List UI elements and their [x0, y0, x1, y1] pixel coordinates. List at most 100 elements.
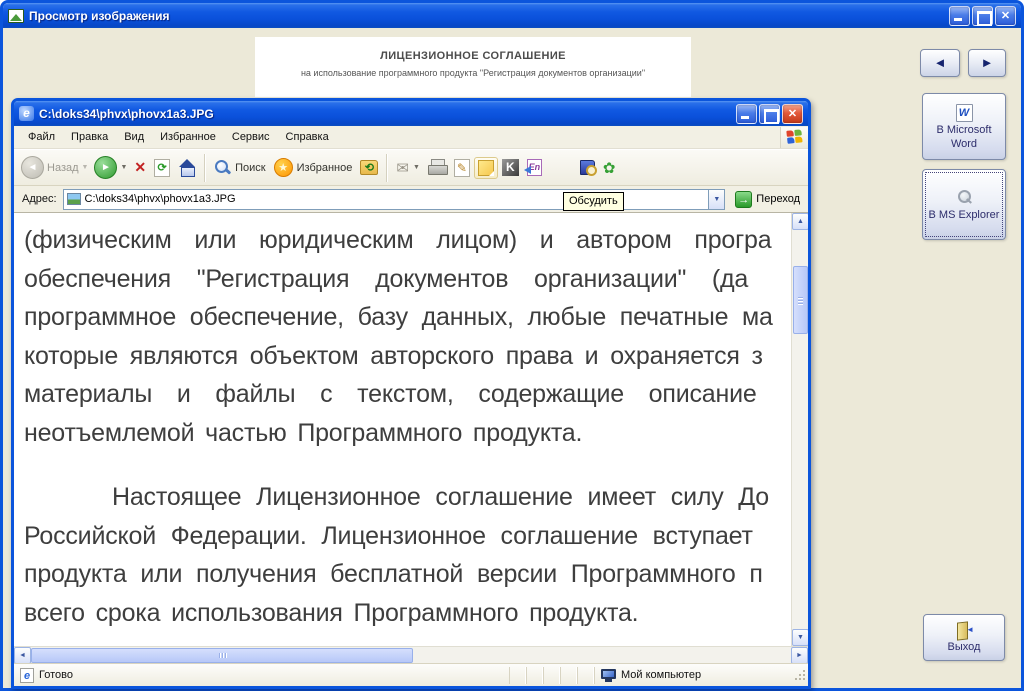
maximize-button[interactable]	[972, 5, 993, 26]
discuss-tooltip: Обсудить	[563, 192, 624, 211]
document-line: программное обеспечение, базу данных, лю…	[24, 303, 773, 331]
go-button[interactable]: → Переход	[731, 190, 804, 209]
windows-logo-throbber	[780, 126, 808, 148]
resize-grip[interactable]	[794, 669, 806, 681]
ie-minimize-button[interactable]	[736, 103, 757, 124]
scroll-down-button[interactable]: ▼	[792, 629, 808, 646]
horizontal-scrollbar[interactable]: ◄ ►	[14, 646, 808, 664]
ie-content-area: (физическим или юридическим лицом) и авт…	[14, 213, 808, 646]
horizontal-scroll-thumb[interactable]	[31, 648, 413, 663]
document-line: которые являются объектом авторского пра…	[24, 341, 763, 370]
ie-addressbar: Адрес: C:\doks34\phvx\phovx1a3.JPG ▼ → П…	[14, 186, 808, 213]
ie-toolbar: ◄ Назад ▼ ► ▼ ✕ ⟳ Поиск ★ Избранное ⟲ ✉ …	[14, 149, 808, 186]
scroll-right-button[interactable]: ►	[791, 647, 808, 664]
favorites-star-icon: ★	[273, 158, 293, 177]
close-button[interactable]: ✕	[995, 5, 1016, 26]
translate-button[interactable]: En	[523, 156, 546, 179]
scroll-up-button[interactable]: ▲	[792, 213, 808, 230]
document-line: обеспечения "Регистрация документов орга…	[24, 264, 749, 293]
back-dropdown-icon[interactable]: ▼	[82, 164, 89, 171]
minimize-button[interactable]	[949, 5, 970, 26]
menu-favorites[interactable]: Избранное	[152, 128, 224, 146]
forward-icon: ►	[94, 156, 118, 179]
search-button[interactable]: Поиск	[210, 156, 269, 179]
menu-help[interactable]: Справка	[278, 128, 337, 146]
vertical-scroll-thumb[interactable]	[793, 266, 808, 334]
ie-maximize-button[interactable]	[759, 103, 780, 124]
favorites-label: Избранное	[296, 161, 353, 174]
home-button[interactable]	[174, 157, 200, 179]
background-document: ЛИЦЕНЗИОННОЕ СОГЛАШЕНИЕ на использование…	[255, 37, 691, 97]
next-page-button[interactable]: ►	[968, 49, 1006, 77]
search-label: Поиск	[235, 161, 266, 174]
arrow-left-icon: ◄	[933, 55, 947, 70]
menu-edit[interactable]: Правка	[63, 128, 116, 146]
menu-file[interactable]: Файл	[20, 128, 63, 146]
windows-flag-icon	[785, 129, 803, 145]
scroll-track[interactable]	[792, 334, 808, 629]
document-line: неотъемлемой частью Программного продукт…	[24, 418, 583, 447]
mail-button[interactable]: ✉ ▼	[392, 156, 424, 180]
refresh-icon: ⟳	[154, 158, 171, 177]
stop-icon: ✕	[134, 159, 147, 175]
translate-icon: En	[523, 159, 542, 176]
address-label: Адрес:	[22, 193, 57, 205]
status-ready-pane: e Готово	[16, 667, 509, 683]
forward-dropdown-icon[interactable]: ▼	[120, 164, 127, 171]
exit-label: Выход	[947, 641, 981, 653]
scroll-left-button[interactable]: ◄	[14, 647, 31, 664]
window-title: Просмотр изображения	[29, 8, 170, 23]
document-line: продукта или получения бесплатной версии…	[24, 560, 763, 588]
back-icon: ◄	[21, 156, 44, 179]
search-icon	[214, 159, 231, 176]
status-pane	[543, 666, 560, 684]
vertical-scrollbar[interactable]: ▲ ▼	[791, 213, 808, 646]
exit-door-icon	[955, 622, 974, 639]
refresh-button[interactable]: ⟳	[150, 156, 174, 180]
outer-titlebar: Просмотр изображения ✕	[3, 3, 1021, 28]
status-ready-label: Готово	[39, 669, 73, 681]
address-dropdown-button[interactable]: ▼	[708, 188, 726, 210]
lingvo-book-icon	[579, 160, 597, 176]
status-pane	[577, 666, 594, 684]
previous-page-button[interactable]: ◄	[920, 49, 960, 77]
mail-dropdown-icon[interactable]: ▼	[413, 164, 420, 171]
menu-view[interactable]: Вид	[116, 128, 152, 146]
internet-explorer-icon: e	[19, 106, 34, 121]
ie-close-button[interactable]: ✕	[782, 103, 803, 124]
open-in-ms-explorer-label: В MS Explorer	[928, 208, 1000, 221]
history-icon: ⟲	[360, 160, 379, 175]
edit-button[interactable]: ✎	[450, 156, 474, 180]
open-in-word-button[interactable]: W В Microsoft Word	[922, 93, 1006, 160]
ie-menubar: Файл Правка Вид Избранное Сервис Справка	[14, 126, 808, 149]
icq-button[interactable]: ✿	[599, 156, 620, 180]
document-line: всего срока использования Программного п…	[24, 598, 639, 627]
background-document-title: ЛИЦЕНЗИОННОЕ СОГЛАШЕНИЕ	[380, 50, 566, 62]
open-in-word-label-line1: В Microsoft	[936, 123, 992, 136]
edit-icon: ✎	[453, 158, 470, 177]
mail-icon: ✉	[396, 159, 409, 177]
document-text: (физическим или юридическим лицом) и авт…	[14, 213, 791, 646]
document-line: Настоящее Лицензионное соглашение имеет …	[112, 483, 769, 511]
favorites-button[interactable]: ★ Избранное	[270, 155, 357, 180]
stop-button[interactable]: ✕	[130, 156, 150, 179]
scroll-track[interactable]	[413, 647, 791, 663]
status-pane	[560, 666, 577, 684]
print-button[interactable]	[424, 157, 450, 179]
exit-button[interactable]: Выход	[923, 614, 1005, 661]
forward-button[interactable]: ► ▼	[91, 156, 130, 179]
ie-statusbar: e Готово Мой компьютер	[14, 663, 808, 686]
open-in-ms-explorer-button[interactable]: В MS Explorer	[922, 169, 1006, 240]
status-pane	[526, 666, 543, 684]
icq-flower-icon: ✿	[602, 159, 616, 177]
my-computer-icon	[601, 668, 616, 682]
discuss-button[interactable]	[473, 156, 498, 179]
back-button[interactable]: ◄ Назад ▼	[18, 156, 91, 179]
history-button[interactable]: ⟲	[356, 157, 382, 178]
antivirus-button[interactable]: K	[498, 156, 523, 179]
image-viewer-window: Просмотр изображения ✕ ЛИЦЕНЗИОННОЕ СОГЛ…	[0, 0, 1024, 691]
app-icon	[8, 8, 24, 23]
menu-tools[interactable]: Сервис	[224, 128, 278, 146]
word-document-icon: W	[955, 103, 973, 122]
dictionary-button[interactable]	[576, 157, 599, 178]
